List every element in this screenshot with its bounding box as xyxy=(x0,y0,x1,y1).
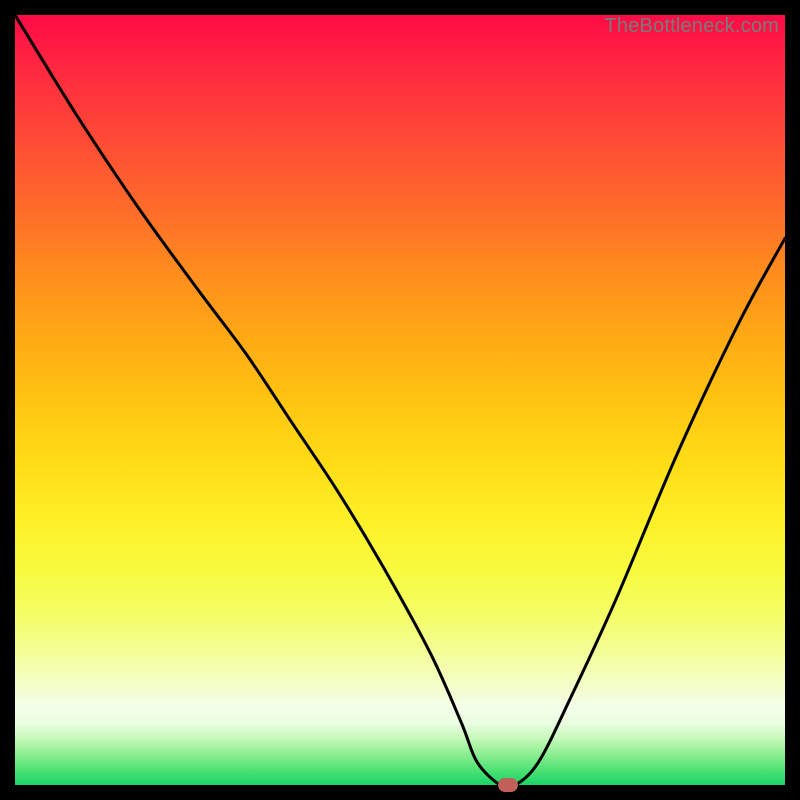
bottleneck-curve xyxy=(15,15,785,785)
plot-area: TheBottleneck.com xyxy=(15,15,785,785)
curve-path xyxy=(15,15,785,785)
optimum-marker xyxy=(498,778,518,792)
chart-frame: TheBottleneck.com xyxy=(0,0,800,800)
